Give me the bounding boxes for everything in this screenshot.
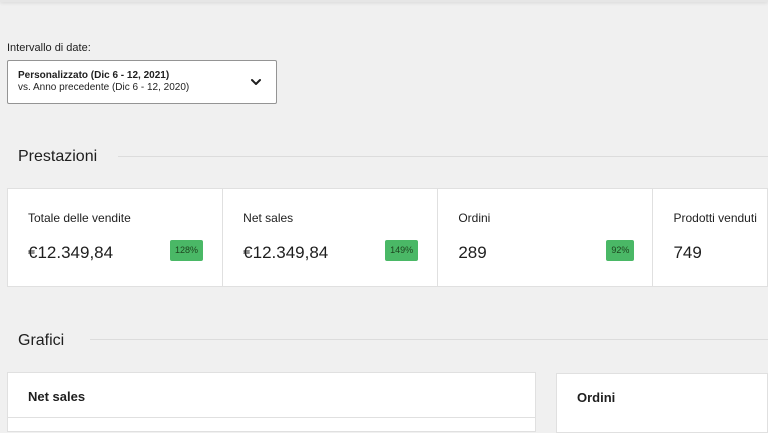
chart-card-title: Net sales <box>28 389 86 404</box>
top-bar <box>0 0 768 2</box>
performance-card-label: Prodotti venduti <box>673 211 757 225</box>
chevron-down-icon <box>251 79 261 85</box>
date-range-primary: Personalizzato (Dic 6 - 12, 2021) <box>18 70 170 81</box>
performance-card-orders[interactable]: Ordini 289 92% <box>438 189 654 286</box>
performance-card-total-sales[interactable]: Totale delle vendite €12.349,84 128% <box>8 189 224 286</box>
charts-section-title: Grafici <box>18 332 65 349</box>
performance-delta-badge: 149% <box>385 240 419 261</box>
date-range-label: Intervallo di date: <box>7 42 91 54</box>
performance-card-label: Totale delle vendite <box>28 211 131 225</box>
date-range-select[interactable]: Personalizzato (Dic 6 - 12, 2021) vs. An… <box>7 60 277 104</box>
performance-card-products-sold[interactable]: Prodotti venduti 749 <box>653 189 767 286</box>
performance-cards: Totale delle vendite €12.349,84 128% Net… <box>7 188 768 287</box>
performance-card-value: 749 <box>673 243 702 262</box>
chart-card-net-sales: Net sales <box>7 372 536 432</box>
date-range-secondary: vs. Anno precedente (Dic 6 - 12, 2020) <box>18 82 190 93</box>
chart-card-orders: Ordini <box>556 373 768 433</box>
performance-section-divider <box>118 156 768 157</box>
performance-card-net-sales[interactable]: Net sales €12.349,84 149% <box>223 189 439 286</box>
performance-delta-badge: 92% <box>606 240 635 261</box>
performance-section-title: Prestazioni <box>18 148 98 165</box>
performance-delta-badge: 128% <box>170 240 204 261</box>
chart-card-divider <box>8 417 535 418</box>
performance-card-label: Ordini <box>458 211 491 225</box>
performance-card-value: €12.349,84 <box>28 243 114 262</box>
performance-card-value: 289 <box>458 243 487 262</box>
performance-card-label: Net sales <box>243 211 294 225</box>
chart-card-title: Ordini <box>577 390 616 405</box>
performance-card-value: €12.349,84 <box>243 243 329 262</box>
charts-section-divider <box>90 339 768 340</box>
